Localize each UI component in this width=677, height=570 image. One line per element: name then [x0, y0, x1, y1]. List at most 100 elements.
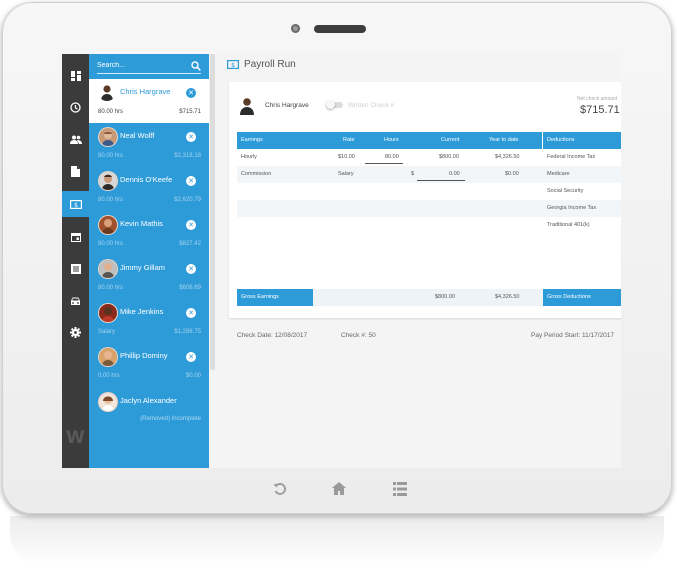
empty-row — [237, 200, 543, 217]
remove-icon[interactable]: ✕ — [186, 132, 196, 142]
home-icon[interactable] — [332, 482, 346, 500]
earnings-row-commission: Commission Salary $ 0.00 $0.00 — [237, 166, 543, 183]
employee-hours: 80.00 hrs — [98, 109, 124, 115]
employee-item-jaclyn-alexander[interactable]: Jaclyn Alexander (Removed) Incomplete — [89, 388, 209, 432]
check-date: Check Date: 12/08/2017 — [237, 332, 308, 339]
currency-prefix: $ — [411, 171, 415, 177]
employee-amount: $608.69 — [179, 285, 201, 291]
current-value: $800.00 — [439, 154, 459, 160]
gross-earnings-label: Gross Earnings — [237, 289, 313, 306]
employee-item-phillip-dominy[interactable]: Phillip Dominy ✕ 0.00 hrs $0.00 — [89, 343, 209, 387]
payroll-icon[interactable]: $ — [62, 191, 89, 217]
speaker — [314, 25, 366, 33]
remove-icon[interactable]: ✕ — [186, 308, 196, 318]
calendar-icon[interactable] — [62, 227, 89, 247]
avatar — [98, 171, 118, 191]
check-number: Check #: 50 — [341, 332, 376, 339]
employee-name: Dennis O'Keefe — [120, 175, 173, 184]
earnings-table-header: Earnings Rate Hours Current Year to date… — [237, 132, 621, 149]
employee-amount: $2,620.79 — [174, 197, 201, 203]
employee-list-panel: Chris Hargrave ✕ 80.00 hrs $715.71 Neal … — [89, 54, 209, 468]
document-icon[interactable] — [62, 161, 89, 181]
employee-name: Jaclyn Alexander — [120, 396, 177, 405]
col-current: Current — [441, 137, 460, 143]
dashboard-icon[interactable] — [62, 66, 89, 86]
col-earnings: Earnings — [241, 137, 263, 143]
employee-name: Phillip Dominy — [120, 351, 168, 360]
menu-icon[interactable] — [393, 482, 407, 501]
tablet-frame: $ W Search... Chris Hargrave ✕ 80.00 hrs… — [2, 2, 672, 514]
ytd-value: $4,326.50 — [495, 154, 520, 160]
list-scrollbar[interactable] — [210, 54, 215, 370]
avatar — [98, 259, 118, 279]
clock-icon[interactable] — [62, 97, 89, 117]
back-icon[interactable] — [273, 482, 287, 501]
employee-name: Chris Hargrave — [265, 102, 309, 109]
avatar — [98, 303, 118, 323]
employee-amount: $827.42 — [179, 241, 201, 247]
search-icon[interactable] — [191, 58, 201, 76]
employee-item-kevin-mathis[interactable]: Kevin Mathis ✕ 80.00 hrs $827.42 — [89, 211, 209, 255]
pay-period-start: Pay Period Start: 11/17/2017 — [531, 332, 614, 339]
payroll-icon: $ — [227, 60, 239, 69]
header-divider — [542, 132, 543, 149]
earnings-type: Commission — [241, 171, 272, 177]
deduction-name: Traditional 401(k) — [547, 222, 590, 228]
col-rate: Rate — [343, 137, 355, 143]
empty-row — [237, 217, 543, 234]
search-input[interactable] — [97, 59, 183, 71]
employee-item-neal-wolff[interactable]: Neal Wolff ✕ 80.00 hrs $2,318.18 — [89, 123, 209, 167]
gross-ytd: $4,326.50 — [495, 294, 520, 300]
col-ytd: Year to date — [489, 137, 519, 143]
net-check-amount: $715.71 — [580, 104, 620, 116]
remove-icon[interactable]: ✕ — [186, 352, 196, 362]
car-icon[interactable] — [62, 291, 89, 311]
employee-hours: Salary — [98, 329, 116, 335]
deduction-name: Social Security — [547, 188, 584, 194]
remove-icon[interactable]: ✕ — [186, 176, 196, 186]
app-screen: $ W Search... Chris Hargrave ✕ 80.00 hrs… — [62, 54, 621, 468]
deduction-name: Medicare — [547, 171, 570, 177]
ytd-value: $0.00 — [505, 171, 519, 177]
employee-amount: $1,288.75 — [174, 329, 201, 335]
icon-rail: $ W — [62, 54, 89, 468]
empty-row — [237, 183, 543, 200]
remove-icon[interactable]: ✕ — [186, 88, 196, 98]
employee-hours: 0.00 hrs — [98, 373, 120, 379]
people-icon[interactable] — [62, 129, 89, 149]
avatar — [98, 347, 118, 367]
remove-icon[interactable]: ✕ — [186, 264, 196, 274]
camera — [291, 24, 300, 33]
hours-value: 80.00 — [385, 154, 399, 160]
deduction-row: Federal Income Tax — [543, 149, 621, 166]
avatar — [98, 83, 116, 101]
rate-value: $10.00 — [338, 154, 355, 160]
net-check-label: Net check amount — [577, 96, 618, 102]
deduction-row: Social Security — [543, 183, 621, 200]
deduction-row: Medicare — [543, 166, 621, 183]
avatar — [98, 392, 118, 412]
list-icon[interactable] — [62, 259, 89, 279]
gear-icon[interactable] — [62, 322, 89, 342]
employee-item-mike-jenkins[interactable]: Mike Jenkins ✕ Salary $1,288.75 — [89, 299, 209, 343]
deduction-row: Georgia Income Tax — [543, 200, 621, 217]
written-check-toggle[interactable] — [326, 100, 343, 109]
paycheck-card: Chris Hargrave Written Check # Net check… — [229, 82, 621, 339]
remove-icon[interactable]: ✕ — [186, 220, 196, 230]
employee-item-chris-hargrave[interactable]: Chris Hargrave ✕ 80.00 hrs $715.71 — [89, 79, 209, 123]
avatar — [240, 97, 254, 115]
employee-name: Neal Wolff — [120, 131, 155, 140]
employee-name: Jimmy Gillam — [120, 263, 165, 272]
employee-item-jimmy-gillam[interactable]: Jimmy Gillam ✕ 80.00 hrs $608.69 — [89, 255, 209, 299]
totals-row: Gross Earnings $800.00 $4,326.50 Gross D… — [237, 289, 621, 306]
page-title: Payroll Run — [244, 59, 296, 70]
employee-item-dennis-okeefe[interactable]: Dennis O'Keefe ✕ 80.00 hrs $2,620.79 — [89, 167, 209, 211]
gross-deductions-label: Gross Deductions — [543, 289, 621, 306]
written-check-label: Written Check # — [348, 102, 395, 109]
tablet-reflection — [10, 516, 664, 564]
gross-current: $800.00 — [435, 294, 455, 300]
employee-amount: $715.71 — [179, 109, 201, 115]
employee-amount: $2,318.18 — [174, 153, 201, 159]
employee-status: (Removed) Incomplete — [140, 416, 201, 422]
employee-name: Mike Jenkins — [120, 307, 164, 316]
